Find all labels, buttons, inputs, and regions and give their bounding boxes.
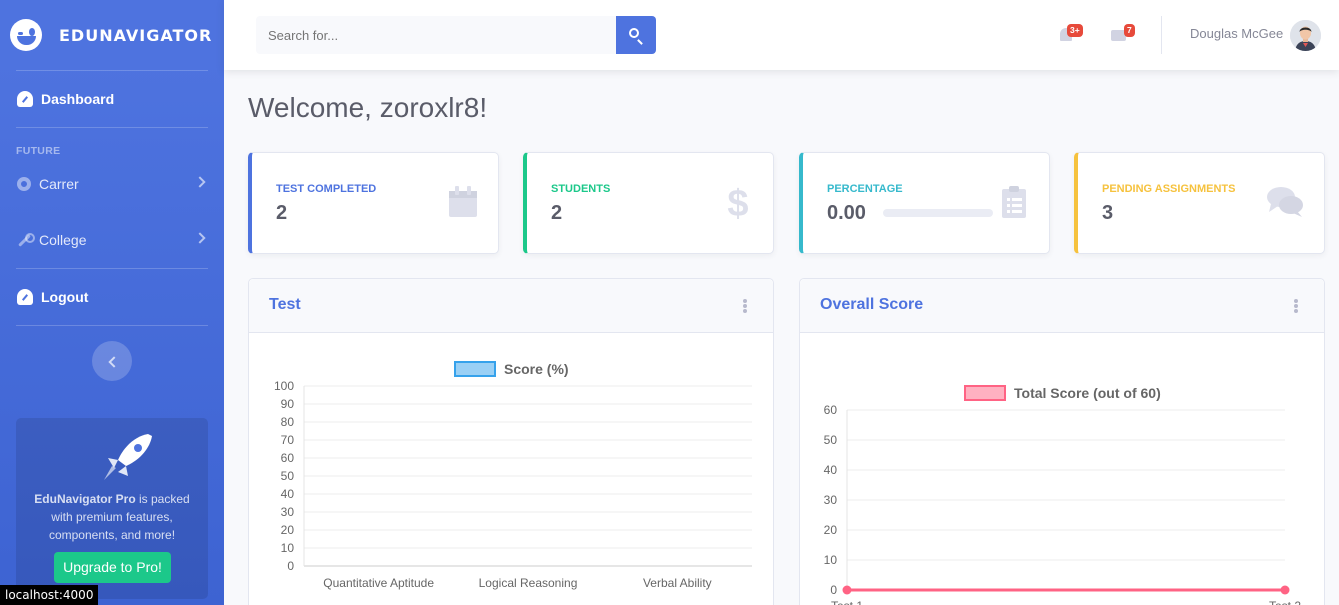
- messages-badge: 7: [1124, 24, 1135, 37]
- stat-label: PERCENTAGE: [827, 183, 903, 195]
- user-name[interactable]: Douglas McGee: [1190, 26, 1283, 41]
- chevron-right-icon: [194, 232, 206, 244]
- clipboard-icon: [1002, 186, 1026, 218]
- cog-icon: [17, 177, 31, 191]
- comments-icon: [1267, 187, 1303, 217]
- y-tick-label: 50: [824, 433, 838, 447]
- dollar-icon: $: [727, 185, 748, 219]
- sidebar-item-label: Logout: [41, 289, 89, 305]
- stat-card-percentage: PERCENTAGE 0.00: [799, 152, 1050, 254]
- chevron-right-icon: [194, 176, 206, 188]
- tachometer-icon: [17, 289, 33, 305]
- stat-card-test-completed: TEST COMPLETED 2: [248, 152, 499, 254]
- brand[interactable]: EDUNAVIGATOR: [0, 0, 224, 70]
- percentage-progress-bar: [883, 209, 993, 217]
- sidebar-item-college[interactable]: College: [0, 212, 224, 268]
- panel-title: Overall Score: [820, 296, 924, 313]
- stat-card-pending-assignments: PENDING ASSIGNMENTS 3: [1074, 152, 1325, 254]
- data-point: [842, 585, 852, 595]
- y-tick-label: 100: [274, 379, 294, 393]
- y-tick-label: 50: [281, 469, 295, 483]
- tachometer-icon: [17, 91, 33, 107]
- x-tick-label: Test 2: [1269, 599, 1301, 605]
- sidebar-item-label: Dashboard: [41, 91, 115, 107]
- sidebar-item-label: College: [39, 232, 87, 248]
- y-tick-label: 40: [281, 487, 295, 501]
- x-tick-label: Logical Reasoning: [479, 576, 578, 590]
- legend-label: Score (%): [504, 361, 569, 377]
- rocket-icon: [104, 434, 152, 480]
- search-icon: [629, 28, 639, 38]
- topbar: 3+ 7 Douglas McGee: [224, 0, 1339, 70]
- y-tick-label: 30: [281, 505, 295, 519]
- stat-label: STUDENTS: [551, 183, 611, 195]
- panel-header: Overall Score: [800, 279, 1324, 333]
- calendar-icon: [449, 186, 477, 217]
- page-title: Welcome, zoroxlr8!: [248, 92, 488, 123]
- promo-brand: EduNavigator Pro: [34, 492, 136, 506]
- stat-label: PENDING ASSIGNMENTS: [1102, 183, 1236, 195]
- sidebar-item-label: Carrer: [39, 176, 79, 192]
- x-tick-label: Verbal Ability: [643, 576, 712, 590]
- wrench-icon: [17, 233, 35, 247]
- stat-value: 3: [1102, 202, 1114, 224]
- sidebar-divider: [16, 325, 208, 326]
- y-tick-label: 70: [281, 433, 295, 447]
- test-chart-panel: Test Score (%) 0 10 20 30 40 50 60 70 80 90 100 Quan…: [248, 278, 774, 605]
- browser-status-url: localhost:4000: [0, 585, 99, 605]
- y-tick-label: 20: [281, 523, 295, 537]
- y-tick-label: 40: [824, 463, 838, 477]
- y-tick-label: 0: [287, 559, 294, 573]
- panel-title: Test: [269, 296, 301, 313]
- stat-value: 2: [276, 202, 288, 224]
- legend-swatch: [964, 385, 1006, 401]
- sidebar-promo-card: EduNavigator Pro is packed with premium …: [16, 418, 208, 599]
- legend-swatch: [454, 361, 496, 377]
- stat-value: 0.00: [827, 202, 866, 224]
- laugh-wink-icon: [10, 19, 42, 51]
- overall-score-panel: Overall Score Total Score (out of 60) 0 10…: [799, 278, 1325, 605]
- y-tick-label: 10: [824, 553, 838, 567]
- more-options-icon[interactable]: [1294, 299, 1298, 313]
- topbar-divider: [1161, 16, 1162, 54]
- sidebar: EDUNAVIGATOR Dashboard FUTURE Carrer Col…: [0, 0, 224, 605]
- stat-value: 2: [551, 202, 563, 224]
- x-tick-label: Quantitative Aptitude: [323, 576, 434, 590]
- x-tick-label: Test 1: [831, 599, 863, 605]
- y-tick-label: 30: [824, 493, 838, 507]
- svg-text:$: $: [727, 185, 748, 219]
- y-tick-label: 90: [281, 397, 295, 411]
- y-tick-label: 60: [824, 403, 838, 417]
- y-tick-label: 20: [824, 523, 838, 537]
- legend-label: Total Score (out of 60): [1014, 385, 1161, 401]
- alerts-badge: 3+: [1067, 24, 1083, 37]
- promo-text: EduNavigator Pro is packed with premium …: [16, 490, 208, 544]
- sidebar-heading: FUTURE: [16, 145, 61, 157]
- y-tick-label: 10: [281, 541, 295, 555]
- data-point: [1280, 585, 1290, 595]
- brand-name: EDUNAVIGATOR: [59, 25, 213, 45]
- stat-label: TEST COMPLETED: [276, 183, 377, 195]
- search-input[interactable]: [256, 16, 616, 54]
- y-tick-label: 80: [281, 415, 295, 429]
- sidebar-toggle-button[interactable]: [92, 341, 132, 381]
- overall-score-line-chart: Total Score (out of 60) 0 10 20 30 40 50 60 Test…: [824, 385, 1301, 605]
- y-tick-label: 60: [281, 451, 295, 465]
- search-button[interactable]: [616, 16, 656, 54]
- score-bar-chart: Score (%) 0 10 20 30 40 50 60 70 80 90 100 Quantitat…: [274, 361, 752, 590]
- stat-card-students: STUDENTS 2 $: [523, 152, 774, 254]
- panel-header: Test: [249, 279, 773, 333]
- sidebar-item-logout[interactable]: Logout: [0, 269, 224, 325]
- sidebar-item-dashboard[interactable]: Dashboard: [0, 71, 224, 127]
- more-options-icon[interactable]: [743, 299, 747, 313]
- avatar[interactable]: [1290, 20, 1321, 51]
- sidebar-item-carrer[interactable]: Carrer: [0, 156, 224, 212]
- y-tick-label: 0: [830, 583, 837, 597]
- user-avatar-icon: [1290, 20, 1321, 51]
- upgrade-to-pro-button[interactable]: Upgrade to Pro!: [54, 552, 171, 583]
